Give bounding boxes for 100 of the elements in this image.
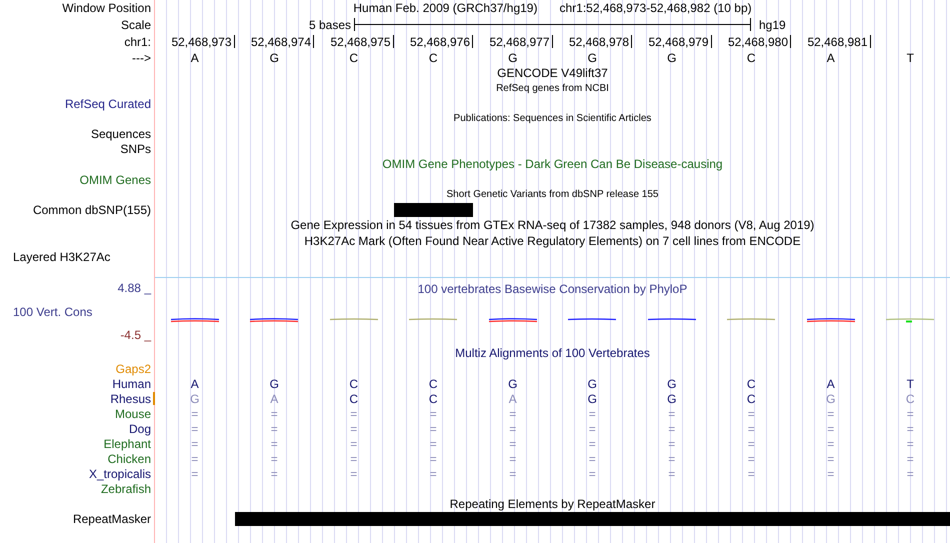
position-number: 52,468,975	[330, 34, 392, 50]
position-number: 52,468,979	[648, 34, 710, 50]
base-letter: C	[349, 52, 358, 64]
aligned-base: =	[588, 422, 596, 434]
track-label[interactable]: Layered H3K27Ac	[13, 251, 110, 263]
aligned-base: G	[667, 392, 676, 404]
aligned-base: A	[270, 392, 278, 404]
aligned-base: G	[270, 378, 279, 390]
track-label[interactable]: RepeatMasker	[72, 512, 151, 524]
species-label: Human	[112, 378, 151, 390]
aligned-base: G	[826, 392, 836, 404]
position-number: 52,468,980	[728, 34, 789, 50]
row-label[interactable]: Scale	[120, 18, 151, 30]
aligned-base: =	[270, 408, 278, 420]
aligned-base: A	[508, 392, 517, 404]
aligned-base: C	[428, 392, 438, 404]
assembly-label: hg19	[758, 16, 787, 34]
track-title: Publications: Sequences in Scientific Articles	[454, 114, 652, 124]
aligned-base: =	[350, 468, 358, 480]
aligned-base: =	[827, 422, 834, 434]
strand-label[interactable]: --->	[132, 52, 151, 64]
aligned-base: =	[430, 408, 437, 420]
position-number: 52,468,981	[807, 34, 868, 50]
aligned-base: =	[191, 422, 198, 434]
base-letter: G	[588, 52, 597, 64]
base-letter: T	[906, 52, 914, 64]
aligned-base: =	[588, 438, 596, 450]
track-title: Short Genetic Variants from dbSNP release 155	[446, 190, 658, 200]
aligned-base: C	[349, 378, 358, 390]
track-title: H3K27Ac Mark (Often Found Near Active Regulatory Elements) on 7 cell lines from ENCODE	[304, 235, 801, 247]
position-number: 52,468,973	[171, 34, 232, 50]
track-title: RefSeq genes from NCBI	[496, 84, 609, 94]
aligned-base: =	[668, 468, 676, 480]
base-letter: A	[190, 52, 199, 64]
base-letter: C	[428, 52, 438, 64]
position-number: 52,468,978	[568, 34, 630, 50]
track-label[interactable]: Common dbSNP(155)	[32, 204, 151, 216]
aligned-base: =	[430, 438, 437, 450]
axis-max-label: 4.88 _	[118, 280, 151, 297]
track-label[interactable]: Sequences	[90, 128, 151, 140]
aligned-base: =	[906, 438, 914, 450]
track-label[interactable]: SNPs	[120, 142, 151, 154]
gaps-label: Gaps2	[116, 360, 151, 378]
aligned-base: A	[826, 378, 835, 390]
aligned-base: =	[668, 452, 676, 464]
aligned-base: =	[270, 468, 278, 480]
aligned-base: =	[827, 468, 834, 480]
base-letter: A	[826, 52, 835, 64]
aligned-base: C	[349, 392, 358, 404]
aligned-base: T	[906, 378, 914, 390]
aligned-base: =	[827, 438, 834, 450]
row-label[interactable]: Window Position	[62, 2, 151, 14]
base-letter: G	[667, 52, 676, 64]
aligned-base: =	[270, 422, 278, 434]
aligned-base: =	[350, 408, 358, 420]
aligned-base: =	[588, 468, 596, 480]
row-label[interactable]: chr1:	[124, 36, 151, 48]
aligned-base: =	[509, 422, 516, 434]
aligned-base: =	[270, 452, 278, 464]
aligned-base: C	[428, 378, 438, 390]
track-label[interactable]: OMIM Genes	[80, 174, 151, 186]
track-label[interactable]: 100 Vert. Cons	[13, 306, 92, 318]
position-number: 52,468,974	[250, 34, 312, 50]
aligned-base: =	[748, 408, 755, 420]
aligned-base: =	[509, 438, 516, 450]
aligned-base: =	[350, 452, 358, 464]
aligned-base: =	[748, 422, 755, 434]
aligned-base: =	[270, 438, 278, 450]
axis-min-label: -4.5 _	[120, 327, 151, 344]
base-letter: C	[746, 52, 756, 64]
track-title: OMIM Gene Phenotypes - Dark Green Can Be Disease-causing	[382, 158, 723, 170]
aligned-base: =	[430, 422, 437, 434]
aligned-base: =	[430, 452, 437, 464]
track-title: Repeating Elements by RepeatMasker	[450, 496, 656, 512]
aligned-base: C	[906, 392, 915, 404]
aligned-base: C	[746, 392, 756, 404]
aligned-base: =	[748, 468, 755, 480]
aligned-base: =	[350, 438, 358, 450]
base-letter: G	[270, 52, 279, 64]
aligned-base: =	[827, 408, 834, 420]
aligned-base: =	[588, 408, 596, 420]
assembly-title: Human Feb. 2009 (GRCh37/hg19)	[353, 0, 538, 17]
aligned-base: =	[906, 452, 914, 464]
species-label: Zebrafish	[100, 482, 151, 494]
track-title: 100 vertebrates Basewise Conservation by PhyloP	[418, 280, 688, 298]
aligned-base: =	[668, 422, 676, 434]
aligned-base: =	[668, 438, 676, 450]
track-label[interactable]: RefSeq Curated	[64, 98, 151, 110]
aligned-base: =	[191, 408, 198, 420]
aligned-base: G	[508, 378, 518, 390]
track-title: Gene Expression in 54 tissues from GTEx RNA-seq of 17382 samples, 948 donors (V8, Aug 2019)	[290, 219, 814, 231]
aligned-base: G	[588, 378, 597, 390]
aligned-base: =	[668, 408, 676, 420]
aligned-base: =	[509, 468, 516, 480]
position-number: 52,468,977	[489, 34, 550, 50]
aligned-base: G	[190, 392, 200, 404]
position-title: chr1:52,468,973-52,468,982 (10 bp)	[559, 0, 752, 17]
aligned-base: =	[191, 438, 198, 450]
aligned-base: =	[906, 422, 914, 434]
aligned-base: C	[746, 378, 756, 390]
